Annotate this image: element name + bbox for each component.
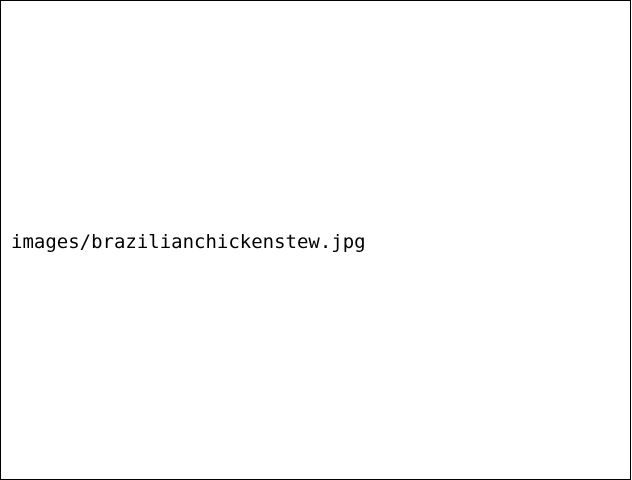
image-filename-text: images/brazilianchickenstew.jpg xyxy=(11,231,366,253)
missing-image-frame: images/brazilianchickenstew.jpg xyxy=(0,0,631,480)
